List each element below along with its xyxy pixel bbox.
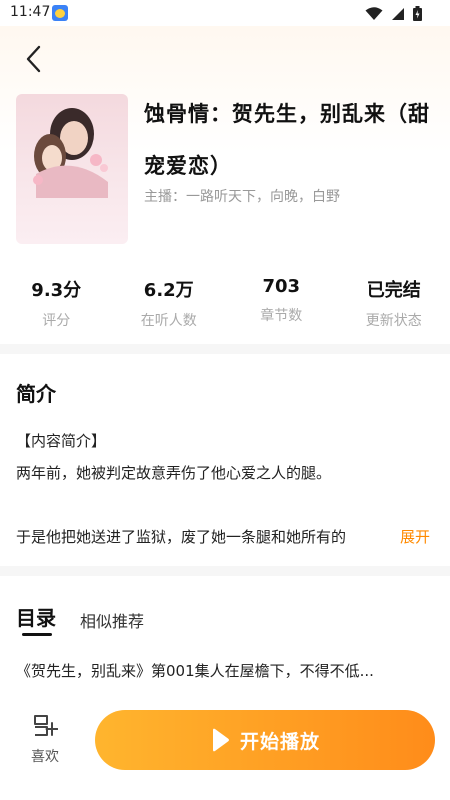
intro-line: 于是他把她送进了监狱，废了她一条腿和她所有的 <box>16 528 347 546</box>
expand-button[interactable]: 展开 <box>400 526 430 547</box>
tab-recommendations[interactable]: 相似推荐 <box>80 608 144 632</box>
section-divider <box>0 344 450 354</box>
back-button[interactable] <box>16 42 50 76</box>
stat-value: 9.3分 <box>31 280 82 301</box>
stat-value: 703 <box>262 276 301 297</box>
battery-icon <box>413 6 422 21</box>
like-button[interactable]: 喜欢 <box>20 714 70 774</box>
book-cover[interactable] <box>16 94 128 244</box>
start-play-label: 开始播放 <box>239 730 320 753</box>
book-title: 蚀骨情：贺先生，别乱来（甜宠爱恋） <box>144 102 430 178</box>
status-bar: 11:47 <box>0 0 450 26</box>
stat-label: 评分 <box>42 313 71 329</box>
book-header: 蚀骨情：贺先生，别乱来（甜宠爱恋） 主播：一路听天下，向晚，白野 9.3分 评分… <box>0 26 450 344</box>
intro-line: 两年前，她被判定故意弄伤了他心爱之人的腿。 <box>16 464 332 482</box>
chevron-left-icon <box>26 45 41 73</box>
stat-label: 在听人数 <box>140 313 197 329</box>
stat-value: 已完结 <box>366 280 421 301</box>
like-label: 喜欢 <box>31 749 59 765</box>
stat-chapters: 703 章节数 <box>225 276 338 330</box>
text-fade <box>360 522 400 548</box>
stat-update-status: 已完结 更新状态 <box>338 276 450 330</box>
book-cover-art <box>16 94 128 244</box>
status-icons <box>365 6 422 21</box>
chapter-list-item[interactable]: 《贺先生，别乱来》第001集人在屋檐下，不得不低... <box>16 660 436 681</box>
intro-heading: 简介 <box>16 382 56 406</box>
status-time: 11:47 <box>10 4 51 20</box>
signal-icon <box>392 7 404 20</box>
tab-catalog[interactable]: 目录 <box>16 602 56 631</box>
play-icon <box>212 728 229 752</box>
stat-label: 章节数 <box>260 308 303 324</box>
intro-line: 【内容简介】 <box>16 432 107 450</box>
wifi-icon <box>365 6 383 20</box>
content-tabs: 目录 相似推荐 <box>0 578 450 638</box>
book-stats: 9.3分 评分 6.2万 在听人数 703 章节数 已完结 更新状态 <box>0 276 450 330</box>
start-play-button[interactable]: 开始播放 <box>95 710 435 770</box>
stat-rating: 9.3分 评分 <box>0 276 113 330</box>
tab-active-indicator <box>22 633 52 636</box>
book-hosts: 主播：一路听天下，向晚，白野 <box>144 189 340 205</box>
stat-listeners: 6.2万 在听人数 <box>113 276 226 330</box>
stat-label: 更新状态 <box>365 313 422 329</box>
section-divider <box>0 566 450 576</box>
stat-value: 6.2万 <box>143 280 194 301</box>
bottom-action-bar: 喜欢 开始播放 <box>0 700 450 800</box>
add-to-favorites-icon <box>34 715 59 736</box>
intro-section: 简介 【内容简介】 两年前，她被判定故意弄伤了他心爱之人的腿。 于是他把她送进了… <box>0 356 450 566</box>
app-notification-icon <box>52 5 68 21</box>
